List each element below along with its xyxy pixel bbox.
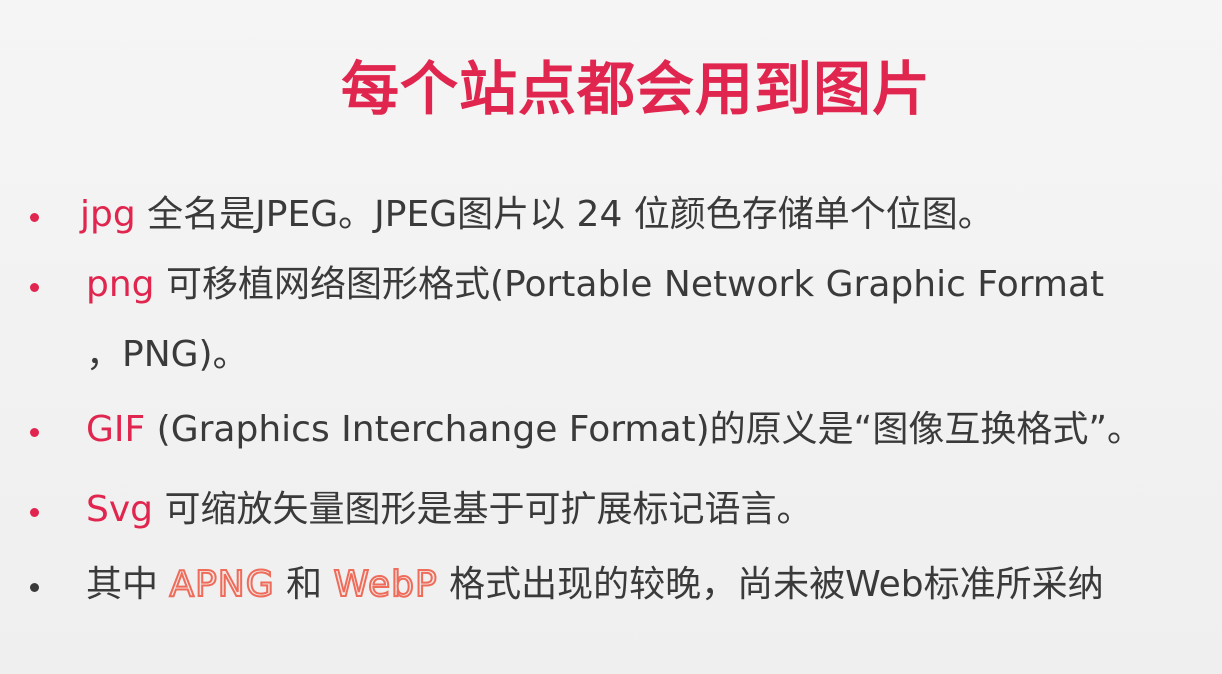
bullet-dot-icon (30, 428, 39, 437)
slide: 每个站点都会用到图片 jpg 全名是JPEG。JPEG图片以 24 位颜色存储单… (0, 0, 1222, 674)
slide-title: 每个站点都会用到图片 (340, 55, 931, 123)
bullet-dot-icon (30, 508, 39, 517)
bullet-text: 全名是JPEG。JPEG图片以 24 位颜色存储单个位图。 (135, 194, 994, 235)
bullet-text: (Graphics Interchange Format)的原义是“图像互换格式… (145, 409, 1143, 450)
bullet-keyword: Svg (86, 489, 154, 530)
bullet-text: 可移植网络图形格式(Portable Network Graphic Forma… (154, 264, 1105, 305)
bullet-suffix: 格式出现的较晚，尚未被Web标准所采纳 (437, 564, 1104, 605)
bullet-keyword: GIF (86, 409, 146, 450)
bullet-keyword: png (86, 264, 155, 305)
webp-highlight: WebP (333, 563, 438, 606)
bullet-prefix: 其中 (86, 564, 170, 605)
bullet-dot-icon (30, 213, 39, 222)
bullet-keyword: jpg (80, 194, 136, 235)
bullet-dot-icon (30, 583, 39, 592)
bullet-dot-icon (30, 283, 39, 292)
bullet-continuation-text: ，PNG)。 (86, 334, 249, 375)
bullet-middle: 和 (274, 564, 334, 605)
apng-highlight: APNG (168, 563, 275, 606)
bullet-text: 可缩放矢量图形是基于可扩展标记语言。 (153, 489, 813, 530)
